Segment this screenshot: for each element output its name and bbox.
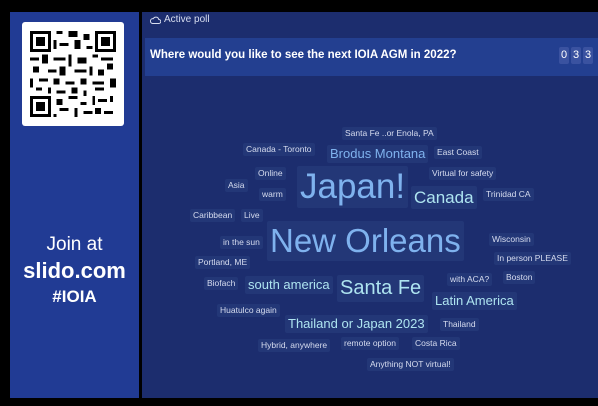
word-cloud-entry: Caribbean	[190, 209, 236, 222]
word-cloud-entry: warm	[259, 188, 286, 201]
word-cloud-entry: Trinidad CA	[483, 188, 534, 201]
word-cloud-entry: Virtual for safety	[429, 167, 497, 180]
word-cloud-entry: Canada	[411, 186, 477, 210]
word-cloud-entry: Wisconsin	[489, 233, 534, 246]
response-counter: 0 3 3	[559, 47, 593, 64]
word-cloud-entry: Japan!	[297, 166, 409, 209]
word-cloud-entry: remote option	[341, 337, 399, 350]
join-instructions: Join at slido.com #IOIA	[10, 232, 139, 310]
word-cloud-entry: with ACA?	[447, 273, 493, 286]
poll-question: Where would you like to see the next IOI…	[150, 49, 457, 61]
qr-code	[22, 22, 124, 126]
word-cloud-entry: south america	[245, 276, 333, 295]
word-cloud-entry: in the sun	[220, 236, 263, 249]
counter-digit: 3	[583, 47, 593, 64]
counter-digit: 3	[571, 47, 581, 64]
word-cloud-entry: Asia	[225, 179, 248, 192]
poll-status-label: Active poll	[164, 14, 210, 25]
word-cloud-entry: New Orleans	[267, 221, 464, 261]
poll-status: Active poll	[150, 14, 210, 25]
qr-code-icon	[30, 31, 116, 117]
word-cloud-entry: East Coast	[434, 146, 482, 159]
word-cloud-entry: Costa Rica	[412, 337, 460, 350]
join-url: slido.com	[23, 258, 126, 283]
word-cloud-entry: Live	[241, 209, 263, 222]
word-cloud-entry: Online	[255, 167, 286, 180]
word-cloud-entry: Santa Fe ..or Enola, PA	[342, 127, 437, 140]
word-cloud-entry: In person PLEASE	[494, 252, 571, 265]
word-cloud-entry: Thailand or Japan 2023	[285, 315, 428, 334]
event-code: #IOIA	[52, 287, 97, 306]
word-cloud-entry: Hybrid, anywhere	[258, 339, 331, 352]
cloud-icon	[150, 16, 161, 24]
word-cloud-entry: Biofach	[204, 277, 239, 290]
word-cloud-entry: Portland, ME	[195, 256, 251, 269]
word-cloud-entry: Anything NOT virtual!	[367, 358, 454, 371]
word-cloud-entry: Huatulco again	[217, 304, 280, 317]
word-cloud-entry: Canada - Toronto	[243, 143, 315, 156]
counter-digit: 0	[559, 47, 569, 64]
word-cloud-entry: Latin America	[432, 292, 517, 311]
word-cloud-entry: Santa Fe	[337, 275, 425, 302]
word-cloud-entry: Thailand	[440, 318, 479, 331]
word-cloud-entry: Boston	[503, 271, 536, 284]
word-cloud-entry: Brodus Montana	[327, 145, 429, 164]
join-label: Join at	[46, 234, 103, 255]
